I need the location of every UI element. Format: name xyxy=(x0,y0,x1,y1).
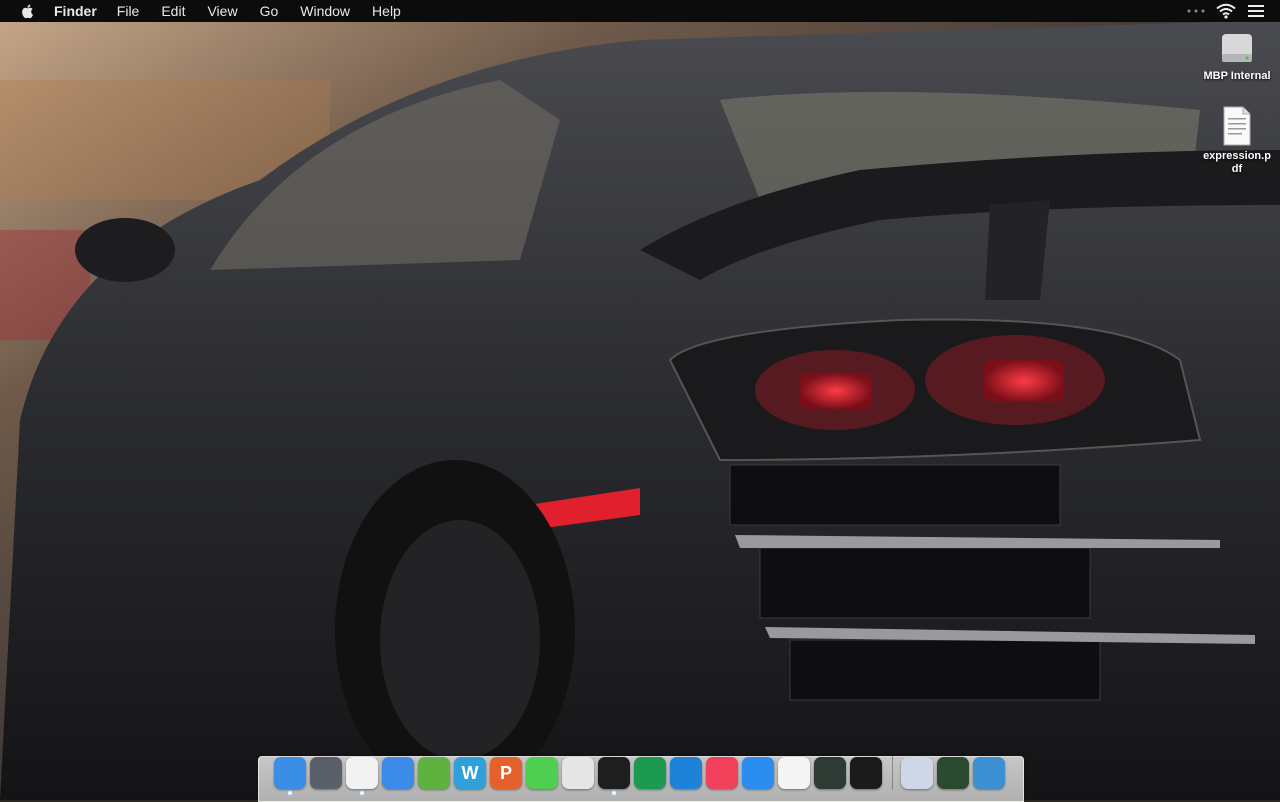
terminal-icon[interactable] xyxy=(850,757,882,789)
menu-file[interactable]: File xyxy=(117,0,140,22)
app-store-icon[interactable] xyxy=(742,757,774,789)
document-stack-icon[interactable] xyxy=(937,757,969,789)
menu-bar: Finder File Edit View Go Window Help xyxy=(0,0,1280,22)
menu-edit[interactable]: Edit xyxy=(161,0,185,22)
messages-icon[interactable] xyxy=(526,757,558,789)
notification-list-icon[interactable] xyxy=(1248,4,1264,18)
menu-help[interactable]: Help xyxy=(372,0,401,22)
powerpoint-icon[interactable]: P xyxy=(490,757,522,789)
activity-monitor-icon[interactable] xyxy=(814,757,846,789)
menu-go[interactable]: Go xyxy=(260,0,279,22)
desktop-icon-pdf[interactable]: expression.pdf xyxy=(1197,106,1277,176)
swirl-app-icon[interactable] xyxy=(670,757,702,789)
screenshot-camera-icon[interactable] xyxy=(562,757,594,789)
launchpad-icon[interactable] xyxy=(310,757,342,789)
finder-icon[interactable] xyxy=(274,757,306,795)
running-indicator xyxy=(360,791,364,795)
chrome-icon[interactable] xyxy=(346,757,378,795)
desktop-wallpaper xyxy=(0,0,1280,800)
u-app-icon[interactable] xyxy=(634,757,666,789)
pdf-document-icon xyxy=(1223,106,1251,146)
dock-separator xyxy=(892,756,893,790)
spotify-icon[interactable] xyxy=(598,757,630,795)
menu-window[interactable]: Window xyxy=(300,0,350,22)
running-indicator xyxy=(612,791,616,795)
more-dots-icon[interactable] xyxy=(1186,6,1206,16)
evernote-icon[interactable] xyxy=(418,757,450,789)
desktop-icon-hard-drive[interactable]: MBP Internal xyxy=(1197,30,1277,83)
menu-app-name[interactable]: Finder xyxy=(54,0,97,22)
word-icon[interactable]: W xyxy=(454,757,486,789)
dock: WP xyxy=(274,755,1009,795)
desktop-icon-label: MBP Internal xyxy=(1203,70,1271,82)
apple-logo-icon[interactable] xyxy=(20,3,36,19)
trash-icon[interactable] xyxy=(973,757,1005,789)
menu-view[interactable]: View xyxy=(207,0,237,22)
running-indicator xyxy=(288,791,292,795)
wifi-icon[interactable] xyxy=(1216,3,1236,19)
itunes-icon[interactable] xyxy=(706,757,738,789)
hard-drive-icon xyxy=(1222,34,1252,62)
ring-app-icon[interactable] xyxy=(778,757,810,789)
desktop-icon-label: expression.pdf xyxy=(1203,150,1271,175)
mail-icon[interactable] xyxy=(382,757,414,789)
downloads-stack-icon[interactable] xyxy=(901,757,933,789)
